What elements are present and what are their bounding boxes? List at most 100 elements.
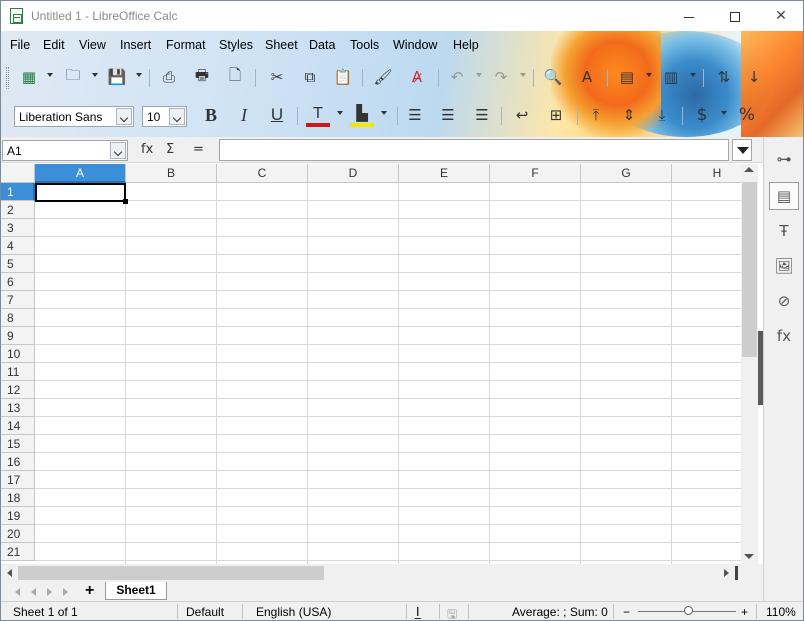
italic-icon[interactable]: I: [232, 103, 256, 127]
close-button[interactable]: ✕: [758, 1, 803, 31]
open-folder-icon[interactable]: 🗀: [61, 65, 85, 89]
row-header-18[interactable]: 18: [1, 489, 35, 507]
row-header-12[interactable]: 12: [1, 381, 35, 399]
menu-data[interactable]: Data: [309, 38, 335, 52]
name-box-dropdown-icon[interactable]: [110, 142, 126, 159]
row-header-19[interactable]: 19: [1, 507, 35, 525]
background-color-dropdown-icon[interactable]: [381, 111, 387, 115]
copy-icon[interactable]: ⧉: [298, 65, 322, 89]
formula-button[interactable]: =: [193, 142, 204, 157]
menu-help[interactable]: Help: [453, 38, 479, 52]
menu-styles[interactable]: Styles: [219, 38, 253, 52]
name-box[interactable]: A1: [2, 140, 128, 161]
underline-icon[interactable]: U: [265, 103, 289, 127]
scroll-left-icon[interactable]: [7, 569, 12, 577]
print-icon[interactable]: 🖶: [190, 65, 214, 89]
first-sheet-icon[interactable]: [15, 588, 20, 596]
row-header-4[interactable]: 4: [1, 237, 35, 255]
row-header-2[interactable]: 2: [1, 201, 35, 219]
expand-formula-bar-button[interactable]: [732, 139, 752, 161]
row-header-13[interactable]: 13: [1, 399, 35, 417]
zoom-out-button[interactable]: −: [623, 605, 630, 619]
row-header-3[interactable]: 3: [1, 219, 35, 237]
print-preview-icon[interactable]: 🗋: [223, 65, 247, 89]
column-header-a[interactable]: A: [35, 164, 126, 183]
column-dropdown-icon[interactable]: [690, 73, 696, 77]
menu-sheet[interactable]: Sheet: [265, 38, 298, 52]
row-header-14[interactable]: 14: [1, 417, 35, 435]
clear-formatting-icon[interactable]: A̷: [405, 65, 429, 89]
paste-icon[interactable]: 📋: [331, 65, 355, 89]
vertical-scroll-thumb[interactable]: [742, 182, 757, 357]
menu-edit[interactable]: Edit: [43, 38, 65, 52]
open-dropdown-icon[interactable]: [92, 73, 98, 77]
save-icon[interactable]: 💾: [105, 65, 129, 89]
font-size-dropdown-icon[interactable]: [169, 108, 185, 125]
menu-view[interactable]: View: [79, 38, 106, 52]
sidebar-properties-icon[interactable]: ▤: [769, 182, 799, 210]
row-header-9[interactable]: 9: [1, 327, 35, 345]
row-header-17[interactable]: 17: [1, 471, 35, 489]
currency-format-icon[interactable]: $: [690, 103, 714, 127]
row-header-11[interactable]: 11: [1, 363, 35, 381]
row-header-15[interactable]: 15: [1, 435, 35, 453]
sidebar-functions-icon[interactable]: fx: [769, 322, 799, 350]
currency-dropdown-icon[interactable]: [721, 111, 727, 115]
column-header-e[interactable]: E: [399, 164, 490, 183]
column-header-f[interactable]: F: [490, 164, 581, 183]
bold-icon[interactable]: B: [199, 103, 223, 127]
cut-icon[interactable]: ✂: [265, 65, 289, 89]
menu-tools[interactable]: Tools: [350, 38, 379, 52]
row-header-20[interactable]: 20: [1, 525, 35, 543]
last-sheet-icon[interactable]: [63, 588, 68, 596]
new-dropdown-icon[interactable]: [47, 73, 53, 77]
row-header-6[interactable]: 6: [1, 273, 35, 291]
sum-button[interactable]: Σ: [166, 142, 174, 157]
row-header-10[interactable]: 10: [1, 345, 35, 363]
percent-format-icon[interactable]: %: [735, 103, 759, 127]
sidebar-gallery-icon[interactable]: 🖼: [769, 252, 799, 280]
font-size-box[interactable]: 10: [142, 106, 187, 127]
align-center-icon[interactable]: ☰: [436, 103, 460, 127]
row-header-8[interactable]: 8: [1, 309, 35, 327]
new-spreadsheet-icon[interactable]: ▦: [17, 65, 41, 89]
row-icon[interactable]: ▤: [615, 65, 639, 89]
minimize-button[interactable]: [666, 1, 712, 31]
row-dropdown-icon[interactable]: [646, 73, 652, 77]
redo-icon[interactable]: ↷: [489, 65, 513, 89]
center-vertically-icon[interactable]: ⇕: [617, 103, 641, 127]
wrap-text-icon[interactable]: ↩: [510, 103, 534, 127]
align-left-icon[interactable]: ☰: [403, 103, 427, 127]
export-pdf-icon[interactable]: ⎙: [157, 65, 181, 89]
zoom-level[interactable]: 110%: [766, 605, 796, 619]
save-dropdown-icon[interactable]: [136, 73, 142, 77]
insert-mode-icon[interactable]: I̲: [416, 605, 420, 619]
column-header-d[interactable]: D: [308, 164, 399, 183]
spelling-icon[interactable]: A: [575, 65, 599, 89]
sidebar-settings-icon[interactable]: ⊶: [769, 145, 799, 173]
undo-icon[interactable]: ↶: [445, 65, 469, 89]
sidebar-styles-icon[interactable]: Ŧ: [769, 217, 799, 245]
clone-formatting-icon[interactable]: 🖌: [371, 65, 395, 89]
menu-window[interactable]: Window: [393, 38, 437, 52]
font-color-icon[interactable]: T: [306, 103, 330, 127]
menu-file[interactable]: File: [10, 38, 30, 52]
previous-sheet-icon[interactable]: [31, 588, 36, 596]
menu-format[interactable]: Format: [166, 38, 206, 52]
row-header-21[interactable]: 21: [1, 543, 35, 561]
add-sheet-button[interactable]: +: [85, 582, 94, 600]
sidebar-navigator-icon[interactable]: ⊘: [769, 287, 799, 315]
font-name-dropdown-icon[interactable]: [116, 108, 132, 125]
redo-dropdown-icon[interactable]: [520, 73, 526, 77]
maximize-button[interactable]: [712, 1, 758, 31]
language-indicator[interactable]: English (USA): [256, 605, 331, 619]
toolbar-grip[interactable]: [6, 67, 9, 89]
zoom-in-button[interactable]: +: [741, 605, 748, 619]
align-bottom-icon[interactable]: ⤓: [650, 103, 674, 127]
vertical-scrollbar[interactable]: [741, 164, 758, 564]
align-top-icon[interactable]: ⤒: [584, 103, 608, 127]
background-color-icon[interactable]: ▙: [350, 103, 374, 127]
column-header-g[interactable]: G: [581, 164, 672, 183]
menu-insert[interactable]: Insert: [120, 38, 151, 52]
horizontal-scrollbar[interactable]: [1, 564, 763, 582]
